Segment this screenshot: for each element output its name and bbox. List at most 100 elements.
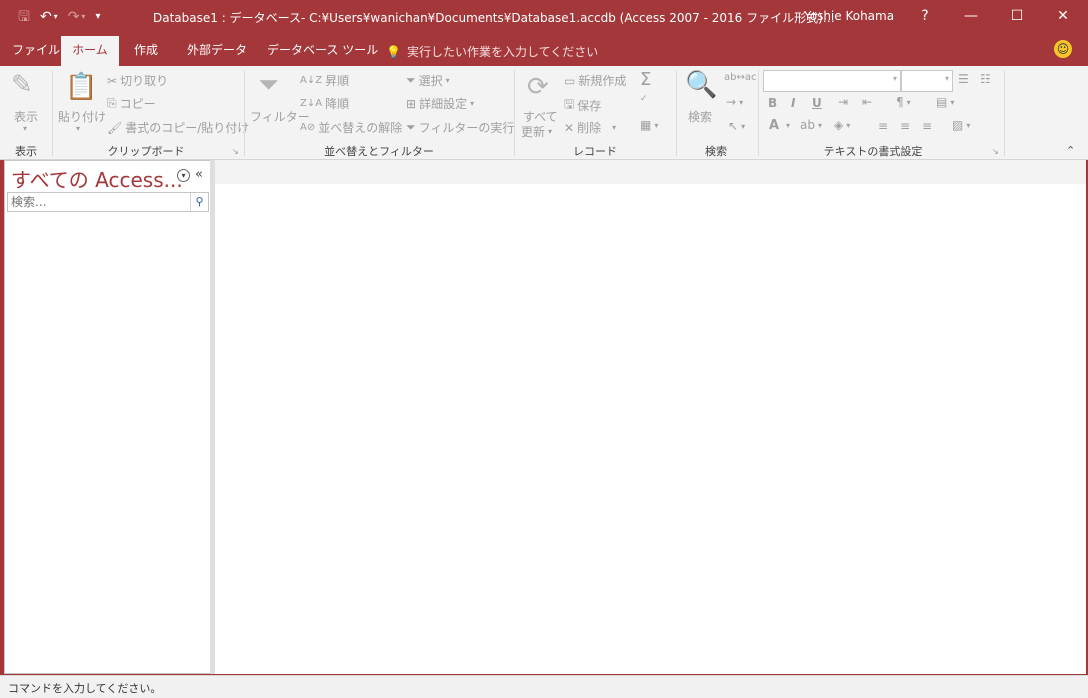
clipboard-launcher-icon[interactable]: ↘: [232, 147, 239, 156]
view-icon[interactable]: ✎: [11, 70, 33, 100]
maximize-button[interactable]: ☐: [994, 0, 1040, 32]
ribbon: ✎ 表示 ▾ 表示 📋 貼り付け ▾ ✂ 切り取り ⎘ コピー 🖌 書式のコピー/貼り…: [0, 66, 1088, 160]
view-dropdown-icon[interactable]: ▾: [23, 124, 27, 133]
bullets-icon[interactable]: ☰: [958, 72, 969, 86]
undo-icon[interactable]: ↶: [40, 6, 52, 28]
lightbulb-icon: 💡: [386, 44, 401, 59]
numbering-icon[interactable]: ☷: [980, 72, 991, 86]
save-record-button[interactable]: 🖫 保存: [564, 95, 601, 116]
paragraph-direction-icon[interactable]: ¶ ▾: [896, 95, 911, 109]
remove-sort-label: 並べ替えの解除: [318, 121, 403, 135]
shutter-bar-collapse-icon[interactable]: «: [195, 167, 203, 182]
new-record-button[interactable]: ▭ 新規作成: [564, 72, 626, 89]
nav-pane-menu-icon[interactable]: ▾: [177, 169, 190, 182]
toggle-filter-button[interactable]: ⏷ フィルターの実行: [406, 119, 514, 136]
close-button[interactable]: ✕: [1040, 0, 1086, 32]
alternate-row-color-icon[interactable]: ▨ ▾: [952, 118, 970, 132]
tell-me-box[interactable]: 💡 実行したい作業を入力してください: [386, 43, 598, 60]
status-text: コマンドを入力してください。: [8, 682, 162, 695]
fill-color-icon[interactable]: ◈ ▾: [834, 118, 850, 132]
selection-button[interactable]: ⏷ 選択 ▾: [406, 72, 450, 89]
align-right-icon[interactable]: ≡: [922, 119, 932, 133]
italic-button[interactable]: I: [791, 96, 795, 110]
save-icon[interactable]: 🖫: [18, 6, 30, 28]
new-record-label: 新規作成: [578, 74, 627, 88]
spelling-icon[interactable]: ✓: [640, 94, 648, 104]
delete-dropdown-icon: ▾: [612, 123, 617, 132]
save-record-label: 保存: [577, 99, 602, 113]
refresh-all-button[interactable]: 更新 ▾: [521, 123, 552, 140]
group-label-find: 検索: [705, 145, 727, 158]
tab-create[interactable]: 作成: [130, 36, 162, 66]
chevron-down-icon: ▾: [944, 74, 949, 83]
document-workspace: [215, 160, 1086, 674]
redo-dropdown-icon[interactable]: ▾: [81, 6, 85, 28]
gridlines-icon[interactable]: ▤ ▾: [936, 95, 954, 109]
paste-icon[interactable]: 📋: [65, 72, 97, 102]
group-label-view: 表示: [15, 145, 37, 158]
group-separator: [676, 70, 677, 156]
paste-button[interactable]: 貼り付け: [58, 108, 106, 125]
copy-button[interactable]: ⎘ コピー: [107, 95, 156, 112]
decrease-indent-icon[interactable]: ⇤: [862, 95, 872, 109]
group-separator: [52, 70, 53, 156]
totals-icon[interactable]: Σ: [640, 69, 651, 90]
ascending-button[interactable]: A↓Z 昇順: [300, 72, 349, 89]
copy-label: コピー: [119, 97, 156, 111]
text-formatting-launcher-icon[interactable]: ↘: [992, 147, 999, 156]
group-label-records: レコード: [573, 145, 617, 158]
align-center-icon[interactable]: ≡: [900, 119, 910, 133]
select-icon[interactable]: ↖ ▾: [728, 119, 745, 133]
advanced-button[interactable]: ⊞ 詳細設定 ▾: [406, 95, 474, 112]
find-button[interactable]: 検索: [688, 108, 712, 125]
font-color-button[interactable]: A: [769, 118, 779, 133]
align-left-icon[interactable]: ≡: [878, 119, 888, 133]
ascending-label: 昇順: [325, 74, 350, 88]
refresh-icon[interactable]: ⟳: [527, 72, 549, 102]
redo-icon[interactable]: ↷: [68, 6, 80, 28]
copy-icon: ⎘: [107, 96, 117, 110]
increase-indent-icon[interactable]: ⇥: [838, 95, 848, 109]
nav-search-input[interactable]: [8, 193, 188, 211]
collapse-ribbon-icon[interactable]: ⌃: [1066, 144, 1075, 157]
tab-file[interactable]: ファイル: [8, 36, 64, 66]
remove-sort-button[interactable]: A⊘ 並べ替えの解除: [300, 119, 402, 136]
tab-external-data[interactable]: 外部データ: [183, 36, 251, 66]
cut-button[interactable]: ✂ 切り取り: [107, 72, 168, 89]
more-records-icon[interactable]: ▦ ▾: [640, 118, 658, 132]
go-to-icon[interactable]: → ▾: [726, 95, 743, 109]
format-painter-label: 書式のコピー/貼り付け: [125, 121, 250, 135]
descending-button[interactable]: Z↓A 降順: [300, 95, 349, 112]
cut-label: 切り取り: [120, 74, 169, 88]
view-button[interactable]: 表示: [14, 108, 38, 125]
customize-qat-icon[interactable]: ▾: [95, 6, 100, 28]
font-size-combo[interactable]: ▾: [901, 70, 953, 92]
delete-record-button[interactable]: ✕ 削除 ▾: [564, 119, 616, 136]
user-name[interactable]: Yoshie Kohama: [804, 9, 894, 23]
filter-icon[interactable]: ⏷: [258, 70, 279, 101]
group-separator: [758, 70, 759, 156]
tab-home[interactable]: ホーム: [61, 36, 119, 67]
minimize-button[interactable]: —: [948, 0, 994, 32]
delete-label: 削除: [577, 121, 602, 135]
advanced-label: 詳細設定: [419, 97, 468, 111]
search-icon[interactable]: ⚲: [190, 193, 208, 211]
tab-database-tools[interactable]: データベース ツール: [263, 36, 382, 66]
paste-dropdown-icon[interactable]: ▾: [76, 124, 80, 133]
undo-dropdown-icon[interactable]: ▾: [54, 6, 58, 28]
group-label-sort-filter: 並べ替えとフィルター: [324, 145, 434, 158]
advanced-dropdown-icon: ▾: [470, 99, 475, 108]
scissors-icon: ✂: [107, 73, 118, 88]
toggle-filter-label: フィルターの実行: [418, 121, 515, 135]
help-button[interactable]: ?: [902, 0, 948, 32]
find-icon[interactable]: 🔍: [685, 70, 717, 100]
replace-icon[interactable]: ab↔ac: [724, 72, 756, 83]
font-name-combo[interactable]: ▾: [763, 70, 901, 92]
bold-button[interactable]: B: [768, 96, 777, 110]
font-color-dropdown-icon[interactable]: ▾: [786, 121, 790, 130]
feedback-smiley-icon[interactable]: ☺: [1054, 40, 1072, 58]
underline-button[interactable]: U: [812, 96, 822, 110]
format-painter-button[interactable]: 🖌 書式のコピー/貼り付け: [107, 119, 249, 136]
nav-pane-title[interactable]: すべての Access...: [11, 164, 183, 193]
highlight-icon[interactable]: ab ▾: [800, 118, 822, 132]
